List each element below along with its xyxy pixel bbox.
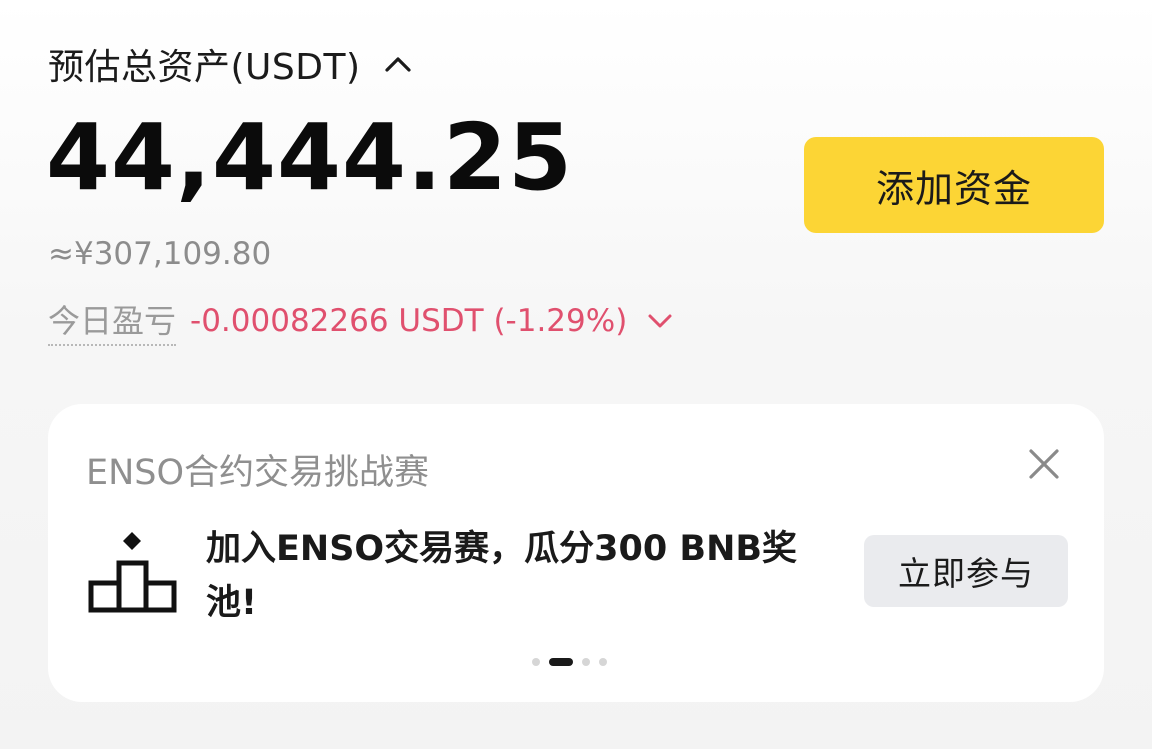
promo-card: ENSO合约交易挑战赛 加入ENSO交易赛，瓜分300 BNB奖池! 立即参与: [48, 404, 1104, 702]
promo-title: ENSO合约交易挑战赛: [86, 453, 430, 493]
carousel-dot-active[interactable]: [549, 658, 573, 666]
podium-icon: [88, 532, 178, 616]
carousel-dot[interactable]: [532, 658, 540, 666]
carousel-dot[interactable]: [582, 658, 590, 666]
carousel-dot[interactable]: [599, 658, 607, 666]
asset-header[interactable]: 预估总资产(USDT): [48, 38, 413, 90]
todays-pnl-label[interactable]: 今日盈亏: [48, 296, 177, 346]
todays-pnl-row: 今日盈亏 -0.00082266 USDT (-1.29%): [48, 296, 675, 346]
chevron-up-icon[interactable]: [383, 49, 413, 79]
chevron-down-icon[interactable]: [645, 306, 675, 336]
fiat-equivalent: ≈¥307,109.80: [48, 236, 272, 272]
total-balance: 44,444.25: [46, 104, 573, 211]
estimated-assets-title: 预估总资产(USDT): [48, 47, 361, 88]
todays-pnl-value: -0.00082266 USDT (-1.29%): [190, 303, 628, 339]
promo-message: 加入ENSO交易赛，瓜分300 BNB奖池!: [206, 529, 798, 623]
close-icon[interactable]: [1026, 446, 1062, 482]
asset-overview-page: 预估总资产(USDT) 44,444.25 ≈¥307,109.80 今日盈亏 …: [0, 0, 1152, 749]
carousel-indicator: [532, 658, 607, 666]
join-now-button[interactable]: 立即参与: [864, 535, 1068, 607]
add-funds-button[interactable]: 添加资金: [804, 137, 1104, 233]
